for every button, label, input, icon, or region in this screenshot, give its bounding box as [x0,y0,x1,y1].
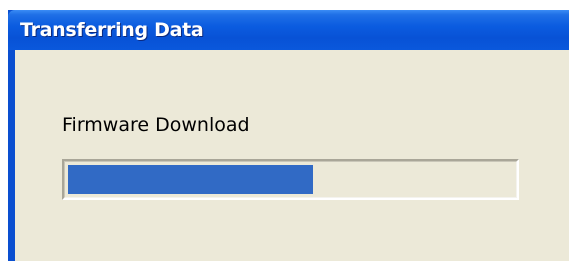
progress-fill [68,165,313,194]
dialog-body: Firmware Download [15,50,569,261]
title-bar[interactable]: Transferring Data [8,10,569,50]
progress-bar [62,159,519,200]
transfer-window: Transferring Data Firmware Download [8,10,569,261]
progress-track [64,161,517,198]
progress-label: Firmware Download [62,114,250,136]
window-title: Transferring Data [20,19,204,41]
